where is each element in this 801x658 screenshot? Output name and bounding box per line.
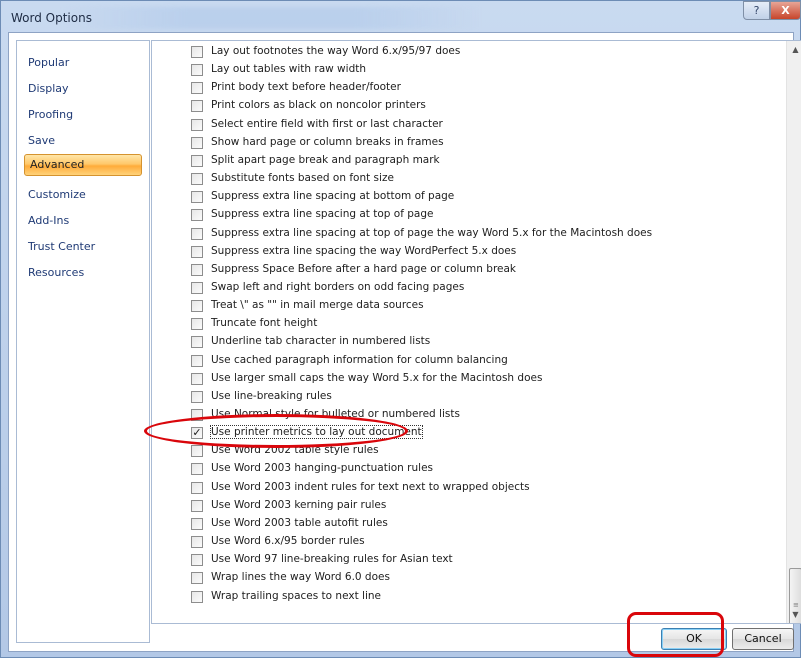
option-label[interactable]: Use printer metrics to lay out document (210, 425, 423, 440)
checkmark-icon: ✓ (192, 426, 202, 440)
option-label[interactable]: Print body text before header/footer (211, 81, 401, 93)
checkbox[interactable] (191, 318, 203, 331)
option-label[interactable]: Swap left and right borders on odd facin… (211, 281, 464, 293)
option-label[interactable]: Suppress extra line spacing at bottom of… (211, 190, 454, 202)
checkbox[interactable] (191, 245, 203, 258)
option-label[interactable]: Truncate font height (211, 317, 317, 329)
checkbox[interactable] (191, 82, 203, 95)
cancel-button[interactable]: Cancel (732, 628, 794, 650)
checkbox[interactable] (191, 100, 203, 113)
option-label[interactable]: Use Word 2002 table style rules (211, 444, 379, 456)
dialog-client-area: Popular Display Proofing Save Advanced Custom… (8, 32, 801, 652)
checkbox[interactable] (191, 64, 203, 77)
option-label[interactable]: Suppress extra line spacing at top of pa… (211, 227, 652, 239)
option-label[interactable]: Suppress extra line spacing at top of pa… (211, 208, 434, 220)
checkbox[interactable] (191, 173, 203, 186)
checkbox[interactable] (191, 372, 203, 385)
option-label[interactable]: Use cached paragraph information for col… (211, 354, 508, 366)
checkbox[interactable] (191, 390, 203, 403)
option-label[interactable]: Use Word 2003 table autofit rules (211, 517, 388, 529)
title-bar-decoration (61, 7, 481, 29)
option-label[interactable]: Use larger small caps the way Word 5.x f… (211, 372, 542, 384)
ok-button[interactable]: OK (661, 628, 727, 650)
nav-item-proofing[interactable]: Proofing (28, 108, 73, 121)
nav-item-trust-center[interactable]: Trust Center (28, 240, 95, 253)
option-label[interactable]: Lay out tables with raw width (211, 63, 366, 75)
option-label[interactable]: Lay out footnotes the way Word 6.x/95/97… (211, 45, 460, 57)
checkbox[interactable] (191, 46, 203, 58)
option-label[interactable]: Select entire field with first or last c… (211, 118, 443, 130)
option-label[interactable]: Suppress Space Before after a hard page … (211, 263, 516, 275)
checkbox-checked[interactable]: ✓ (191, 426, 203, 440)
nav-item-resources[interactable]: Resources (28, 266, 84, 279)
option-label[interactable]: Use Word 2003 indent rules for text next… (211, 481, 530, 493)
nav-item-popular[interactable]: Popular (28, 56, 69, 69)
checkbox[interactable] (191, 481, 203, 494)
checkbox[interactable] (191, 300, 203, 313)
option-label[interactable]: Suppress extra line spacing the way Word… (211, 245, 516, 257)
checkbox[interactable] (191, 136, 203, 149)
help-button[interactable]: ? (743, 1, 770, 20)
checkbox[interactable] (191, 154, 203, 167)
checkbox[interactable] (191, 354, 203, 367)
checkbox[interactable] (191, 536, 203, 549)
checkbox[interactable] (191, 336, 203, 349)
scroll-down-icon[interactable]: ▼ (787, 606, 801, 623)
checkbox[interactable] (191, 191, 203, 204)
option-label[interactable]: Use Word 2003 kerning pair rules (211, 499, 386, 511)
option-label[interactable]: Split apart page break and paragraph mar… (211, 154, 440, 166)
category-nav: Popular Display Proofing Save Advanced Custom… (16, 40, 150, 643)
option-label[interactable]: Underline tab character in numbered list… (211, 335, 430, 347)
option-label[interactable]: Print colors as black on noncolor printe… (211, 99, 426, 111)
option-label[interactable]: Use Word 97 line-breaking rules for Asia… (211, 553, 453, 565)
checkbox[interactable] (191, 409, 203, 421)
option-label[interactable]: Wrap lines the way Word 6.0 does (211, 571, 390, 583)
checkbox[interactable] (191, 118, 203, 131)
option-label[interactable]: Treat \" as "" in mail merge data source… (211, 299, 424, 311)
checkbox[interactable] (191, 554, 203, 567)
option-label[interactable]: Substitute fonts based on font size (211, 172, 394, 184)
option-label[interactable]: Use Word 6.x/95 border rules (211, 535, 365, 547)
advanced-options-panel: Lay out footnotes the way Word 6.x/95/97… (151, 40, 801, 624)
option-label[interactable]: Use Normal style for bulleted or numbere… (211, 408, 460, 420)
checkbox[interactable] (191, 499, 203, 512)
checkbox[interactable] (191, 263, 203, 276)
checkbox[interactable] (191, 590, 203, 603)
word-options-dialog: Word Options ? X Popular Display Proofing S… (0, 0, 801, 658)
checkbox[interactable] (191, 227, 203, 240)
nav-item-add-ins[interactable]: Add-Ins (28, 214, 69, 227)
nav-item-display[interactable]: Display (28, 82, 69, 95)
nav-item-advanced[interactable]: Advanced (24, 154, 142, 176)
option-label[interactable]: Use line-breaking rules (211, 390, 332, 402)
vertical-scrollbar[interactable]: ▲ ≡ ▼ (786, 41, 801, 623)
scroll-up-icon[interactable]: ▲ (787, 41, 801, 58)
checkbox[interactable] (191, 281, 203, 294)
checkbox[interactable] (191, 572, 203, 585)
option-label[interactable]: Wrap trailing spaces to next line (211, 590, 381, 602)
checkbox[interactable] (191, 463, 203, 476)
checkbox[interactable] (191, 445, 203, 458)
checkbox[interactable] (191, 209, 203, 222)
close-button[interactable]: X (770, 1, 801, 20)
nav-item-save[interactable]: Save (28, 134, 55, 147)
checkbox[interactable] (191, 517, 203, 530)
nav-item-customize[interactable]: Customize (28, 188, 86, 201)
option-label[interactable]: Use Word 2003 hanging-punctuation rules (211, 462, 433, 474)
title-bar[interactable]: Word Options ? X (1, 1, 801, 33)
dialog-title: Word Options (11, 11, 92, 25)
option-label[interactable]: Show hard page or column breaks in frame… (211, 136, 444, 148)
